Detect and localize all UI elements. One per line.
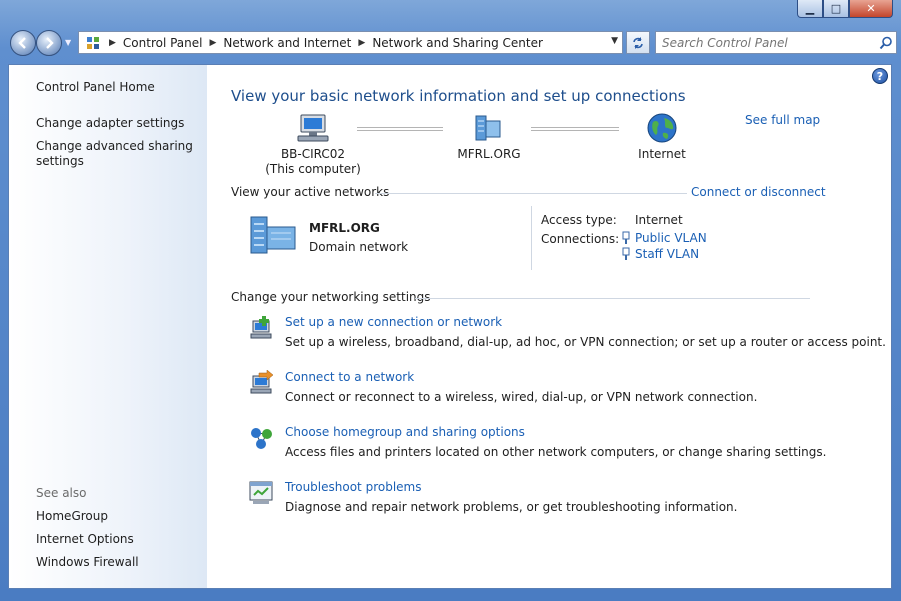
connection-staff-vlan[interactable]: Staff VLAN (621, 247, 699, 261)
breadcrumb-control-panel[interactable]: Control Panel (123, 36, 203, 50)
minimize-button[interactable]: ▁ (797, 0, 823, 18)
navigation-bar: ▼ ▶ Control Panel ▶ Network and Internet… (8, 28, 897, 58)
forward-button[interactable] (36, 30, 62, 56)
section-divider (375, 193, 687, 194)
change-advanced-sharing-settings-link[interactable]: Change advanced sharing settings (36, 139, 201, 169)
breadcrumb-network-and-internet[interactable]: Network and Internet (223, 36, 351, 50)
computer-sub: (This computer) (265, 162, 361, 176)
task-new-connection-link[interactable]: Set up a new connection or network (285, 315, 502, 329)
refresh-button[interactable] (626, 31, 650, 54)
homegroup-icon[interactable] (249, 425, 275, 451)
map-internet-node[interactable]: Internet (627, 113, 697, 162)
search-box (655, 31, 897, 54)
task-troubleshoot-link[interactable]: Troubleshoot problems (285, 480, 421, 494)
breadcrumb-separator[interactable]: ▶ (210, 38, 217, 48)
address-bar[interactable]: ▶ Control Panel ▶ Network and Internet ▶… (78, 31, 623, 54)
search-input[interactable] (656, 32, 876, 53)
domain-network-icon (250, 216, 296, 254)
main-panel: ? View your basic network information an… (207, 65, 891, 588)
active-network-name: MFRL.ORG (309, 221, 380, 235)
access-type-label: Access type: (541, 213, 617, 227)
client-area: Control Panel Home Change adapter settin… (8, 64, 892, 589)
access-type-value: Internet (635, 213, 683, 227)
search-icon[interactable] (876, 33, 896, 53)
help-icon[interactable]: ? (872, 68, 888, 84)
section-divider (415, 298, 810, 299)
task-connect-network-link[interactable]: Connect to a network (285, 370, 414, 384)
connection-public-vlan-label[interactable]: Public VLAN (635, 231, 707, 245)
control-panel-icon (84, 35, 102, 51)
breadcrumb-separator[interactable]: ▶ (109, 38, 116, 48)
map-network-node[interactable]: MFRL.ORG (449, 113, 529, 162)
address-dropdown-icon[interactable]: ▼ (611, 36, 618, 46)
ethernet-plug-icon (622, 247, 630, 260)
task-new-connection-desc: Set up a wireless, broadband, dial-up, a… (285, 335, 886, 349)
active-network-type[interactable]: Domain network (309, 240, 408, 254)
network-name: MFRL.ORG (457, 147, 521, 161)
network-icon (475, 115, 501, 141)
globe-icon (647, 113, 677, 143)
control-panel-home-link[interactable]: Control Panel Home (36, 80, 155, 95)
task-troubleshoot-desc: Diagnose and repair network problems, or… (285, 500, 738, 514)
troubleshoot-icon[interactable] (249, 480, 275, 506)
internet-options-link[interactable]: Internet Options (36, 532, 134, 547)
maximize-button[interactable]: □ (823, 0, 849, 18)
sidebar: Control Panel Home Change adapter settin… (9, 65, 207, 588)
task-homegroup-link[interactable]: Choose homegroup and sharing options (285, 425, 525, 439)
back-arrow-icon (18, 37, 26, 49)
map-connection-line (531, 127, 619, 131)
map-connection-line (357, 127, 443, 131)
change-adapter-settings-link[interactable]: Change adapter settings (36, 116, 184, 131)
page-title: View your basic network information and … (231, 87, 686, 105)
internet-label: Internet (638, 147, 686, 161)
change-settings-heading: Change your networking settings (231, 290, 431, 304)
refresh-icon (633, 36, 643, 49)
computer-name: BB-CIRC02 (280, 147, 346, 161)
see-also-label: See also (36, 486, 87, 500)
ethernet-plug-icon (622, 231, 630, 244)
caption-buttons: ▁ □ ✕ (797, 0, 893, 18)
see-full-map-link[interactable]: See full map (745, 113, 820, 127)
computer-icon (297, 114, 329, 142)
connection-public-vlan[interactable]: Public VLAN (621, 231, 707, 245)
connect-network-icon[interactable] (249, 370, 275, 396)
connections-label: Connections: (541, 232, 620, 246)
vertical-divider (531, 206, 532, 270)
active-network-icon-box (249, 215, 299, 258)
windows-firewall-link[interactable]: Windows Firewall (36, 555, 139, 570)
back-button[interactable] (10, 30, 36, 56)
recent-pages-dropdown[interactable]: ▼ (65, 38, 75, 48)
map-computer-node[interactable]: BB-CIRC02 (This computer) (263, 113, 363, 177)
task-homegroup-desc: Access files and printers located on oth… (285, 445, 827, 459)
task-connect-network-desc: Connect or reconnect to a wireless, wire… (285, 390, 758, 404)
breadcrumb-network-and-sharing-center[interactable]: Network and Sharing Center (372, 36, 543, 50)
homegroup-link[interactable]: HomeGroup (36, 509, 108, 524)
window-frame: ▁ □ ✕ ▼ ▶ Control Panel ▶ Network and In… (0, 0, 901, 601)
breadcrumb-separator[interactable]: ▶ (358, 38, 365, 48)
new-connection-icon[interactable] (249, 315, 275, 341)
close-button[interactable]: ✕ (849, 0, 893, 18)
connection-staff-vlan-label[interactable]: Staff VLAN (635, 247, 699, 261)
connect-or-disconnect-link[interactable]: Connect or disconnect (691, 185, 826, 199)
forward-arrow-icon (46, 37, 54, 49)
active-networks-heading: View your active networks (231, 185, 390, 199)
